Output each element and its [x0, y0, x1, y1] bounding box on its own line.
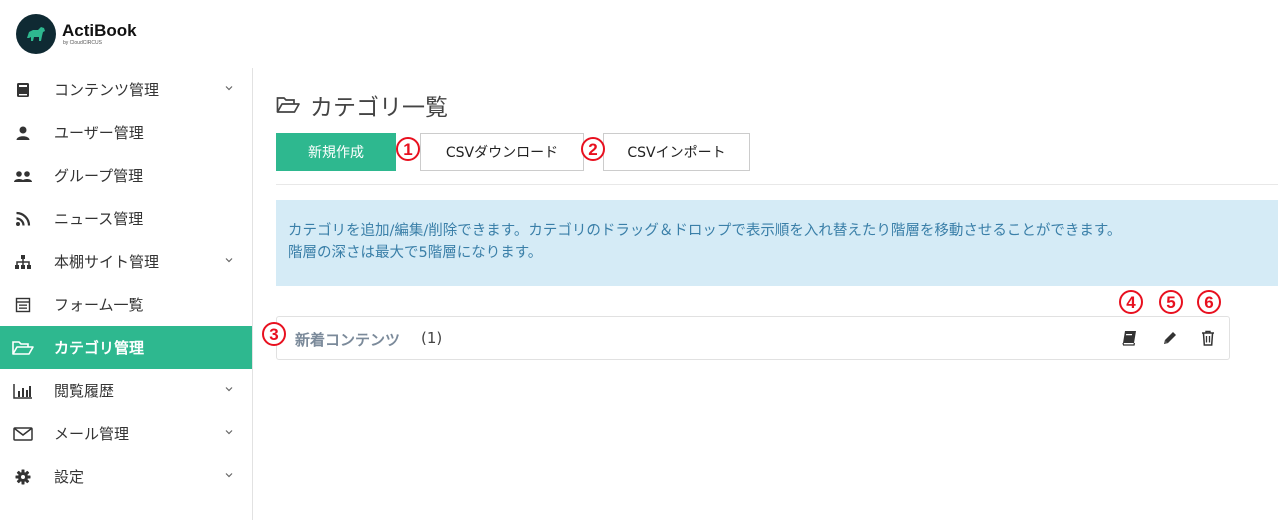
- page-title: カテゴリ一覧: [276, 88, 448, 122]
- sidebar-item-label: 本棚サイト管理: [54, 253, 160, 271]
- sidebar-item-news[interactable]: ニュース管理: [0, 197, 252, 240]
- sidebar-item-label: グループ管理: [54, 167, 144, 185]
- app-logo[interactable]: ActiBook by CloudCIRCUS: [16, 14, 137, 54]
- folder-open-icon: [12, 337, 34, 359]
- sidebar-item-bookshelf[interactable]: 本棚サイト管理: [0, 240, 252, 283]
- sidebar-item-history[interactable]: 閲覧履歴: [0, 369, 252, 412]
- csv-import-button[interactable]: CSVインポート: [603, 133, 750, 171]
- sidebar-item-categories[interactable]: カテゴリ管理: [0, 326, 252, 369]
- users-icon: [12, 165, 34, 187]
- annotation-marker-6: 6: [1197, 290, 1221, 314]
- folder-open-icon: [276, 97, 300, 113]
- info-line-1: カテゴリを追加/編集/削除できます。カテゴリのドラッグ＆ドロップで表示順を入れ替…: [288, 223, 1122, 239]
- chevron-down-icon: [225, 258, 233, 263]
- csv-download-button[interactable]: CSVダウンロード: [420, 133, 584, 171]
- sidebar-item-label: コンテンツ管理: [54, 81, 160, 99]
- annotation-marker-3: 3: [262, 322, 286, 346]
- annotation-marker-1: 1: [396, 137, 420, 161]
- annotation-marker-5: 5: [1159, 290, 1183, 314]
- sidebar-item-forms[interactable]: フォーム一覧: [0, 283, 252, 326]
- book-icon[interactable]: [1121, 329, 1139, 347]
- sidebar-item-label: 設定: [54, 468, 85, 486]
- info-alert: カテゴリを追加/編集/削除できます。カテゴリのドラッグ＆ドロップで表示順を入れ替…: [276, 200, 1278, 286]
- sidebar: コンテンツ管理 ユーザー管理 グループ管理 ニュース管理 本棚サイト管理 フォー…: [0, 68, 253, 520]
- app-name: ActiBook: [62, 21, 137, 40]
- rss-icon: [12, 208, 34, 230]
- annotation-marker-4: 4: [1119, 290, 1143, 314]
- sidebar-item-mail[interactable]: メール管理: [0, 412, 252, 455]
- horse-logo-icon: [16, 14, 56, 54]
- form-icon: [12, 294, 34, 316]
- sidebar-item-label: ニュース管理: [54, 210, 144, 228]
- app-header: ActiBook by CloudCIRCUS: [0, 0, 1278, 68]
- chevron-down-icon: [225, 86, 233, 91]
- category-name[interactable]: 新着コンテンツ: [295, 329, 400, 350]
- divider: [276, 184, 1278, 185]
- chevron-down-icon: [225, 473, 233, 478]
- sidebar-item-label: カテゴリ管理: [54, 339, 145, 357]
- chevron-down-icon: [225, 430, 233, 435]
- category-count: (1): [421, 329, 443, 347]
- sitemap-icon: [12, 251, 34, 273]
- sidebar-item-label: ユーザー管理: [54, 124, 144, 142]
- chevron-down-icon: [225, 387, 233, 392]
- sidebar-item-label: 閲覧履歴: [54, 382, 115, 400]
- book-icon: [12, 79, 34, 101]
- envelope-icon: [12, 423, 34, 445]
- trash-icon[interactable]: [1199, 329, 1217, 347]
- sidebar-item-groups[interactable]: グループ管理: [0, 154, 252, 197]
- sidebar-item-label: フォーム一覧: [54, 296, 144, 314]
- app-subtitle: by CloudCIRCUS: [63, 40, 102, 46]
- sidebar-item-label: メール管理: [54, 425, 130, 443]
- info-line-2: 階層の深さは最大で5階層になります。: [288, 245, 543, 261]
- page-title-text: カテゴリ一覧: [310, 95, 448, 121]
- pencil-icon[interactable]: [1161, 329, 1179, 347]
- sidebar-item-settings[interactable]: 設定: [0, 455, 252, 498]
- annotation-marker-2: 2: [581, 137, 605, 161]
- gear-icon: [12, 466, 34, 488]
- create-button[interactable]: 新規作成: [276, 133, 396, 171]
- user-icon: [12, 122, 34, 144]
- sidebar-item-users[interactable]: ユーザー管理: [0, 111, 252, 154]
- bar-chart-icon: [12, 380, 34, 402]
- sidebar-item-contents[interactable]: コンテンツ管理: [0, 68, 252, 111]
- category-row[interactable]: 新着コンテンツ (1): [276, 316, 1230, 360]
